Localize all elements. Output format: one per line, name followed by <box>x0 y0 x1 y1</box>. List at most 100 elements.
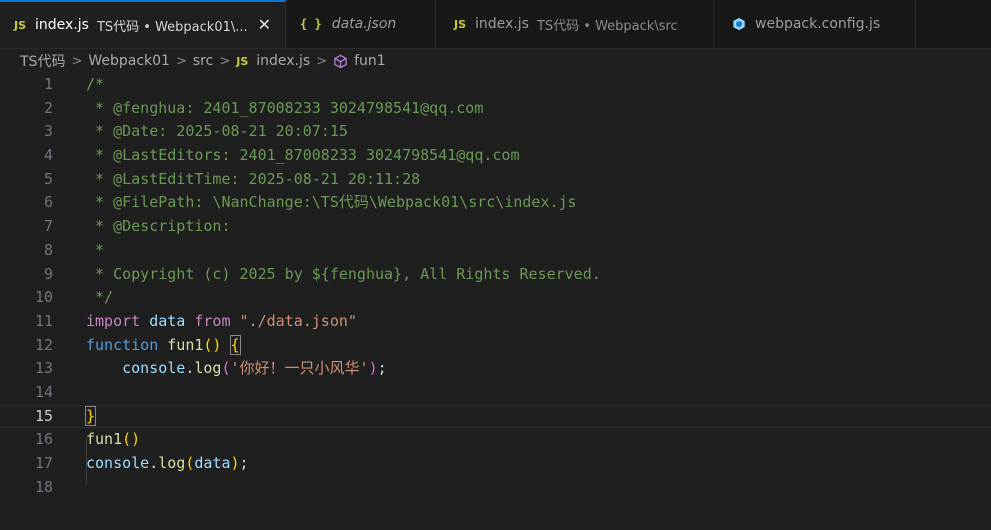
line-number: 15 <box>34 406 53 425</box>
code-line[interactable]: 11 import data from "./data.json" <box>0 310 991 334</box>
code-text: * @Date: 2025-08-21 20:07:15 <box>86 120 348 144</box>
breadcrumb: TS代码 > Webpack01 > src > JS index.js > f… <box>0 49 991 73</box>
code-text: * <box>86 239 104 263</box>
code-token: from <box>194 311 231 330</box>
tab-webpack-config-js[interactable]: webpack.config.js <box>714 0 916 48</box>
code-text: fun1() <box>86 428 140 452</box>
code-text: import data from "./data.json" <box>86 310 357 334</box>
code-text: console.log('你好！一只小风华'); <box>86 357 387 381</box>
tab-index-js-webpack01[interactable]: JS index.js TS代码 • Webpack01\... ✕ <box>0 0 286 48</box>
code-token: fun1 <box>86 430 123 449</box>
code-line[interactable]: 2 * @fenghua: 2401_87008233 3024798541@q… <box>0 97 991 121</box>
line-number: 13 <box>34 359 53 378</box>
code-text: * Copyright (c) 2025 by ${fenghua}, All … <box>86 263 601 287</box>
code-line[interactable]: 9 * Copyright (c) 2025 by ${fenghua}, Al… <box>0 263 991 287</box>
breadcrumb-item-src[interactable]: src <box>193 53 213 69</box>
javascript-file-icon: JS <box>236 54 249 68</box>
tab-label: data.json <box>331 16 397 32</box>
javascript-file-icon: JS <box>14 18 27 32</box>
code-text: * @fenghua: 2401_87008233 3024798541@qq.… <box>86 97 483 121</box>
line-number: 18 <box>34 477 53 496</box>
line-number: 11 <box>34 311 53 330</box>
tab-label: index.js <box>475 16 529 32</box>
tab-index-js-webpack[interactable]: JS index.js TS代码 • Webpack\src <box>436 0 714 48</box>
function-symbol-icon <box>334 54 347 68</box>
code-token: * <box>86 240 105 259</box>
code-token: /* <box>86 75 105 93</box>
code-token: "./data.json" <box>239 311 357 330</box>
code-line[interactable]: 13 console.log('你好！一只小风华'); <box>0 357 991 381</box>
code-token: } <box>84 405 97 426</box>
code-text: /* <box>86 73 104 97</box>
webpack-cube-icon <box>733 17 745 31</box>
code-text: } <box>84 405 97 429</box>
line-number: 5 <box>43 169 53 188</box>
tab-data-json[interactable]: { } data.json <box>286 0 436 48</box>
code-token: data <box>149 311 186 330</box>
code-token: '你好！一只小风华' <box>230 359 369 378</box>
code-token: * @fenghua: 2401_87008233 3024798541@qq.… <box>86 98 484 117</box>
line-number: 7 <box>43 217 53 236</box>
code-token: ; <box>377 359 387 378</box>
code-token: ) <box>230 454 240 472</box>
line-number: 17 <box>34 454 53 472</box>
code-editor[interactable]: 1 /* 2 * @fenghua: 2401_87008233 302479854… <box>0 73 991 499</box>
tab-bar-empty-space <box>916 0 991 48</box>
code-text: */ <box>86 286 113 310</box>
code-text: * @LastEditTime: 2025-08-21 20:11:28 <box>86 168 420 192</box>
breadcrumb-item-webpack01[interactable]: Webpack01 <box>88 53 170 69</box>
code-line[interactable]: 16 fun1() <box>0 428 991 452</box>
code-token: console <box>122 359 186 378</box>
code-token: * @Date: 2025-08-21 20:07:15 <box>86 122 348 141</box>
tab-description: TS代码 • Webpack\src <box>536 18 678 34</box>
code-line[interactable]: 6 * @FilePath: \NanChange:\TS代码\Webpack0… <box>0 191 991 215</box>
code-line[interactable]: 15} <box>0 405 991 429</box>
chevron-right-icon: > <box>316 53 328 69</box>
chevron-right-icon: > <box>175 53 187 69</box>
code-line[interactable]: 12 function fun1() { <box>0 334 991 358</box>
code-line[interactable]: 5 * @LastEditTime: 2025-08-21 20:11:28 <box>0 168 991 192</box>
close-icon[interactable]: ✕ <box>258 17 271 33</box>
code-token: { <box>229 334 241 355</box>
code-token: * @LastEditors: 2401_87008233 3024798541… <box>86 146 520 165</box>
line-number: 10 <box>34 288 53 307</box>
javascript-file-icon: JS <box>454 17 467 31</box>
line-number: 6 <box>43 193 53 212</box>
code-text: console.log(data); <box>86 452 249 476</box>
code-line[interactable]: 14 <box>0 381 991 405</box>
tab-description: TS代码 • Webpack01\... <box>96 19 248 35</box>
code-token: function <box>86 335 159 354</box>
code-line[interactable]: 10 */ <box>0 286 991 310</box>
json-file-icon: { } <box>300 17 322 31</box>
code-line[interactable]: 1 /* <box>0 73 991 97</box>
code-token: fun1 <box>167 335 204 354</box>
tab-label: index.js <box>35 17 89 33</box>
code-token: () <box>203 335 222 354</box>
code-line[interactable]: 4 * @LastEditors: 2401_87008233 30247985… <box>0 144 991 168</box>
code-token: * @Description: <box>86 217 231 236</box>
code-token: */ <box>86 288 114 307</box>
code-line[interactable]: 8 * <box>0 239 991 263</box>
code-token: () <box>122 430 141 449</box>
code-token: data <box>194 454 231 472</box>
line-number: 16 <box>34 430 53 449</box>
code-text: * @Description: <box>86 215 231 239</box>
code-token: * @FilePath: \NanChange:\TS代码\Webpack01\… <box>86 193 577 212</box>
code-line[interactable]: 7 * @Description: <box>0 215 991 239</box>
code-line[interactable]: 3 * @Date: 2025-08-21 20:07:15 <box>0 120 991 144</box>
line-number: 1 <box>43 75 53 93</box>
code-line[interactable]: 18 <box>0 476 991 500</box>
code-token: ( <box>221 359 231 378</box>
code-line[interactable]: 17 console.log(data); <box>0 452 991 476</box>
line-number: 8 <box>43 240 53 259</box>
breadcrumb-item-symbol[interactable]: fun1 <box>354 53 386 69</box>
code-token: console <box>86 454 150 472</box>
breadcrumb-item-file[interactable]: index.js <box>256 53 310 69</box>
breadcrumb-item-ts-folder[interactable]: TS代码 <box>20 51 65 71</box>
code-text: * @FilePath: \NanChange:\TS代码\Webpack01\… <box>86 191 577 215</box>
